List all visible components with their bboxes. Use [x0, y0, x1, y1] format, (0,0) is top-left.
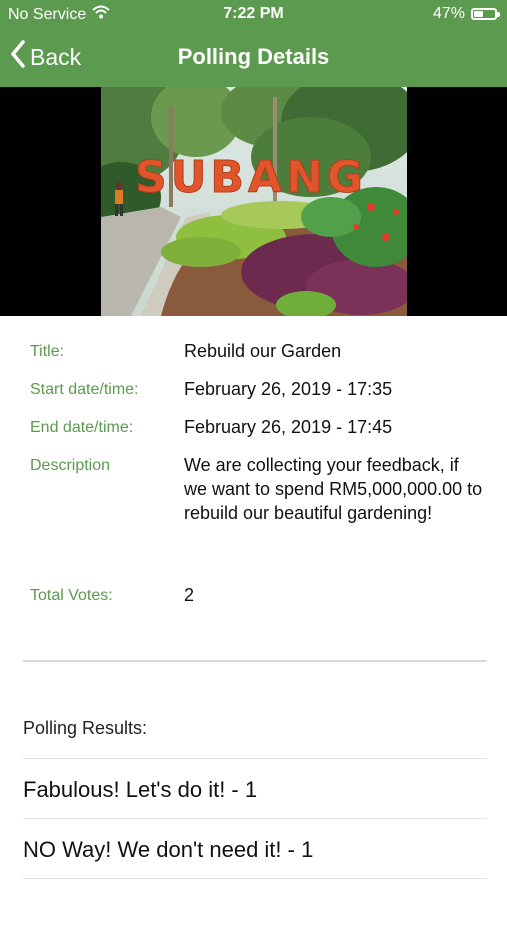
- end-datetime-label: End date/time:: [30, 419, 134, 436]
- poll-image-frame: SUBANG: [0, 87, 507, 316]
- title-value: Rebuild our Garden: [184, 341, 342, 361]
- battery-level: [474, 11, 483, 17]
- status-bar-right: 47%: [432, 5, 500, 23]
- poll-result-item[interactable]: NO Way! We don't need it! - 1: [23, 818, 487, 879]
- section-divider: [23, 660, 487, 662]
- description-label: Description: [30, 457, 111, 474]
- status-bar: No Service 7:22 PM 47%: [0, 0, 507, 28]
- start-datetime-label: Start date/time:: [30, 381, 139, 398]
- battery-percent: 47%: [432, 5, 465, 22]
- list-end-divider: [23, 878, 487, 939]
- poll-result-text: NO Way! We don't need it! - 1: [23, 837, 314, 862]
- end-datetime-value: February 26, 2019 - 17:45: [184, 417, 393, 437]
- title-label: Title:: [30, 343, 65, 360]
- total-votes-label: Total Votes:: [30, 587, 113, 604]
- total-votes-value: 2: [184, 585, 195, 605]
- navigation-bar: Back Polling Details: [0, 28, 507, 87]
- status-time: 7:22 PM: [223, 5, 284, 22]
- hero-sign-text: SUBANG: [135, 152, 367, 203]
- poll-result-text: Fabulous! Let's do it! - 1: [23, 777, 258, 802]
- description-value: We are collecting your feedback, if we w…: [184, 455, 483, 523]
- battery-icon: [471, 8, 500, 20]
- poll-image: SUBANG: [101, 87, 407, 316]
- start-datetime-value: February 26, 2019 - 17:35: [184, 379, 393, 399]
- polling-results-heading: Polling Results:: [23, 718, 148, 738]
- page-title: Polling Details: [177, 44, 330, 69]
- poll-result-item[interactable]: Fabulous! Let's do it! - 1: [23, 758, 487, 819]
